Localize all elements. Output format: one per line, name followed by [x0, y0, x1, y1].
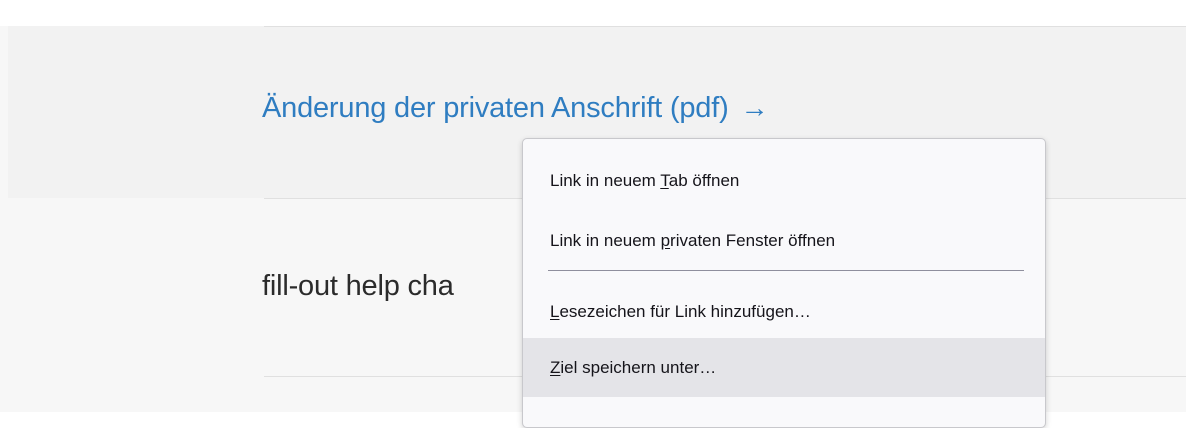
- menu-item-accesskey: T: [660, 171, 669, 190]
- menu-item-accesskey: p: [660, 231, 671, 250]
- menu-item-label: iel speichern unter…: [560, 358, 717, 377]
- menu-item-open-link-in-private-window[interactable]: Link in neuem privaten Fenster öffnen: [523, 211, 1045, 270]
- divider: [264, 26, 1186, 27]
- menu-separator: [548, 270, 1024, 271]
- menu-item-save-link-as[interactable]: Ziel speichern unter…: [523, 338, 1045, 397]
- arrow-right-icon: →: [740, 92, 769, 123]
- menu-item-label: rivaten Fenster öffnen: [670, 231, 836, 250]
- address-change-pdf-link[interactable]: Änderung der privaten Anschrift (pdf) →: [262, 88, 769, 128]
- menu-item-label: ab öffnen: [668, 171, 740, 190]
- address-change-pdf-link-label: Änderung der privaten Anschrift (pdf): [262, 92, 729, 124]
- top-strip: [0, 0, 1186, 26]
- menu-item-open-link-in-new-tab[interactable]: Link in neuem Tab öffnen: [523, 151, 1045, 210]
- menu-item-label: Link in neuem: [550, 231, 661, 250]
- menu-item-accesskey: Z: [550, 358, 561, 377]
- context-menu: Link in neuem Tab öffnen Link in neuem p…: [522, 138, 1046, 428]
- section-heading: fill-out help cha: [262, 270, 454, 302]
- menu-item-label: esezeichen für Link hinzufügen…: [559, 302, 811, 321]
- menu-item-bookmark-link[interactable]: Lesezeichen für Link hinzufügen…: [523, 282, 1045, 341]
- menu-item-label: Link in neuem: [550, 171, 661, 190]
